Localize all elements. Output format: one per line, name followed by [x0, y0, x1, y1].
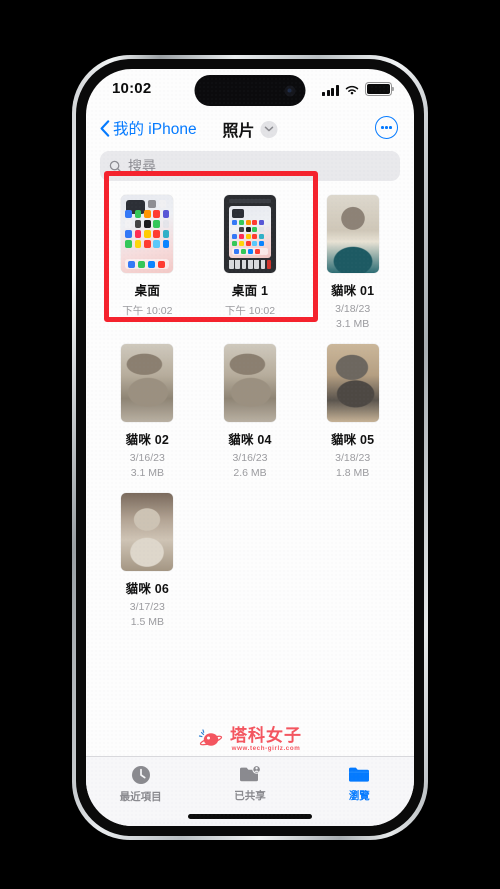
shared-folder-icon	[239, 765, 261, 782]
phone-screen: 10:02 我的 iPhone 照片 搜尋 桌面 下午 10:02 桌面 1 下…	[86, 69, 414, 826]
watermark-title: 塔科女子	[230, 725, 302, 745]
file-meta-size: 3.1 MB	[336, 318, 370, 330]
file-item-cat-02[interactable]: 貓咪 02 3/16/23 3.1 MB	[96, 344, 199, 479]
file-name: 桌面	[134, 284, 161, 298]
file-meta-date: 3/16/23	[232, 452, 268, 464]
thumbnail	[223, 195, 276, 273]
file-meta-date: 3/17/23	[129, 601, 165, 613]
phone-frame: 10:02 我的 iPhone 照片 搜尋 桌面 下午 10:02 桌面 1 下…	[72, 55, 428, 840]
file-item-cat-05[interactable]: 貓咪 05 3/18/23 1.8 MB	[301, 344, 404, 479]
thumbnail	[121, 493, 174, 571]
file-item-cat-04[interactable]: 貓咪 04 3/16/23 2.6 MB	[199, 344, 302, 479]
tab-recents[interactable]: 最近項目	[86, 764, 195, 804]
back-button-label: 我的 iPhone	[113, 121, 197, 138]
file-name: 桌面 1	[231, 284, 269, 298]
folder-icon	[349, 767, 370, 782]
chevron-left-icon	[100, 119, 110, 137]
chevron-down-icon[interactable]	[260, 120, 278, 138]
screenshot-stage: 10:02 我的 iPhone 照片 搜尋 桌面 下午 10:02 桌面 1 下…	[0, 0, 500, 889]
phone-bezel: 10:02 我的 iPhone 照片 搜尋 桌面 下午 10:02 桌面 1 下…	[76, 59, 424, 836]
dynamic-island	[194, 75, 306, 106]
page-title: 照片	[222, 117, 278, 141]
wifi-icon	[345, 85, 359, 95]
file-item-cat-01[interactable]: 貓咪 01 3/18/23 3.1 MB	[301, 195, 404, 330]
file-meta-size: 1.8 MB	[336, 467, 370, 479]
status-bar: 10:02	[86, 69, 414, 113]
tab-shared[interactable]: 已共享	[195, 764, 304, 803]
status-bar-indicators	[322, 82, 395, 96]
back-button[interactable]: 我的 iPhone	[100, 117, 197, 139]
more-options-button[interactable]	[375, 116, 398, 139]
file-meta-date: 下午 10:02	[122, 305, 173, 317]
file-name: 貓咪 02	[125, 433, 170, 447]
file-meta-size: 3.1 MB	[130, 467, 164, 479]
file-item-desktop[interactable]: 桌面 下午 10:02	[96, 195, 199, 330]
file-meta-size: 2.6 MB	[233, 467, 267, 479]
home-indicator[interactable]	[188, 814, 312, 819]
file-item-cat-06[interactable]: 貓咪 06 3/17/23 1.5 MB	[96, 493, 199, 628]
tab-label: 最近項目	[119, 791, 162, 803]
file-name: 貓咪 06	[125, 582, 170, 596]
thumbnail	[223, 344, 276, 422]
file-name: 貓咪 05	[330, 433, 375, 447]
cellular-signal-icon	[322, 85, 339, 96]
search-placeholder: 搜尋	[128, 158, 156, 174]
tab-label: 已共享	[234, 790, 266, 802]
tab-browse[interactable]: 瀏覽	[305, 764, 414, 803]
file-meta-date: 3/16/23	[129, 452, 165, 464]
thumbnail	[121, 344, 174, 422]
tech-girlz-logo-icon	[198, 729, 223, 747]
page-title-text: 照片	[222, 123, 255, 140]
status-bar-time: 10:02	[112, 80, 152, 97]
file-name: 貓咪 04	[228, 433, 272, 447]
file-item-desktop-1[interactable]: 桌面 1 下午 10:02	[199, 195, 302, 330]
tab-label: 瀏覽	[348, 790, 370, 802]
battery-icon	[365, 82, 395, 96]
thumbnail	[326, 195, 379, 273]
front-camera-icon	[284, 85, 296, 96]
file-meta-size: 1.5 MB	[130, 616, 164, 628]
file-meta-date: 3/18/23	[335, 303, 371, 315]
clock-icon	[131, 766, 150, 784]
file-meta-date: 下午 10:02	[224, 305, 276, 317]
search-section: 搜尋	[86, 147, 414, 181]
file-meta-date: 3/18/23	[335, 452, 371, 464]
file-name: 貓咪 01	[330, 284, 375, 298]
watermark: 塔科女子 www.tech-girlz.com	[198, 727, 302, 752]
search-icon	[109, 160, 122, 173]
navigation-bar: 我的 iPhone 照片	[86, 113, 414, 147]
thumbnail	[121, 195, 174, 273]
watermark-url: www.tech-girlz.com	[231, 744, 301, 752]
file-grid: 桌面 下午 10:02 桌面 1 下午 10:02 貓咪 01 3/18/23 …	[86, 171, 414, 628]
search-input[interactable]: 搜尋	[100, 151, 400, 181]
thumbnail	[326, 344, 379, 422]
